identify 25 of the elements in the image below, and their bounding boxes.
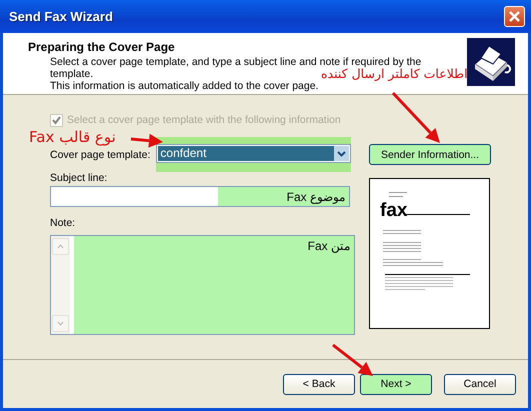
subject-field[interactable]: موضوع Fax <box>50 186 350 207</box>
arrow <box>392 92 440 143</box>
arrow <box>130 134 163 148</box>
window-title: Send Fax Wizard <box>9 9 113 24</box>
template-label: Cover page template: <box>50 148 150 160</box>
sender-information-button[interactable]: Sender Information... <box>369 144 491 165</box>
subject-label: Subject line: <box>50 172 108 186</box>
description-text: template. <box>50 68 94 80</box>
wizard-button[interactable]: Next > <box>360 374 432 394</box>
arrow <box>332 344 373 376</box>
checkbox-label: Select a cover page template with the following information <box>67 114 341 126</box>
chevron-icon <box>334 146 350 161</box>
close-icon <box>508 10 521 23</box>
description-text: Select a cover page template, and type a subject line and note if required by the <box>50 56 422 68</box>
annotation-text: اطلاعات کاملتر ارسال کننده <box>321 67 468 80</box>
fax-machine-icon <box>467 38 515 86</box>
wizard-button[interactable]: Cancel <box>444 374 516 394</box>
wizard-button[interactable]: < Back <box>283 374 355 394</box>
close-button[interactable] <box>504 6 525 27</box>
description-text: This information is automatically added to the cover page. <box>50 80 318 92</box>
preview-heading: fax <box>380 202 408 220</box>
annotation-text: نوع قالب Fax <box>29 128 116 146</box>
template-dropdown[interactable]: confdent <box>156 144 352 163</box>
page-title: Preparing the Cover Page <box>28 40 176 54</box>
note-label: Note: <box>50 217 76 231</box>
